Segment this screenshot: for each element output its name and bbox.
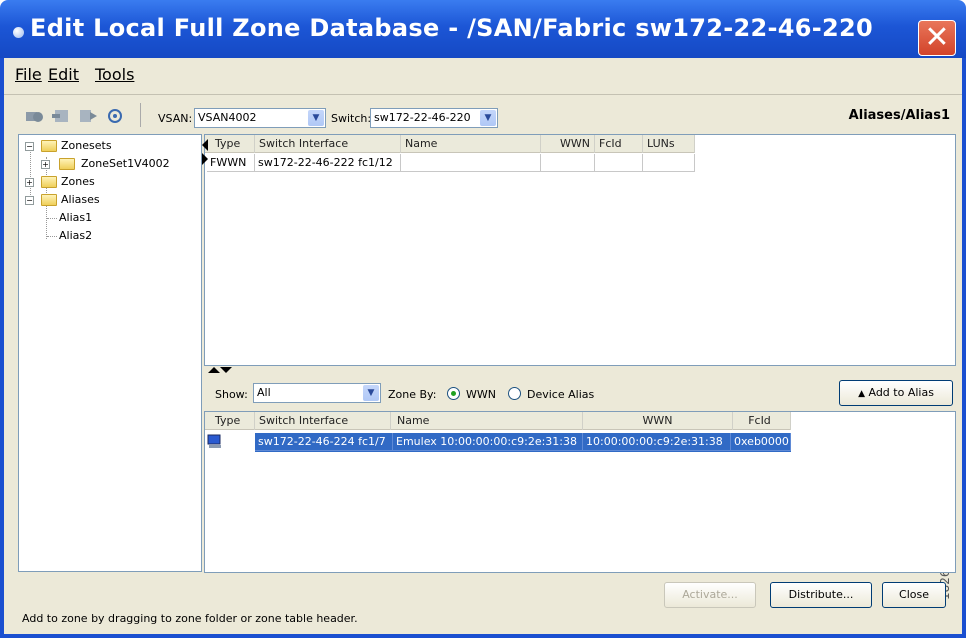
menu-tools-label: Tools [95, 65, 135, 84]
vsan-value: VSAN4002 [198, 111, 257, 124]
tree-node-label: Zones [61, 175, 95, 188]
status-text: Add to zone by dragging to zone folder o… [22, 612, 358, 625]
triangle-up-icon: ▲ [858, 389, 865, 399]
cell-fcid [595, 154, 643, 172]
column-header-switch-interface[interactable]: Switch Interface [255, 135, 401, 153]
cell-switch-interface: sw172-22-46-222 fc1/12 [255, 154, 401, 172]
title-bar: Edit Local Full Zone Database - /SAN/Fab… [0, 0, 966, 58]
show-select[interactable]: All ▼ [253, 383, 381, 403]
breadcrumb: Aliases/Alias1 [848, 108, 950, 123]
cell-name: Emulex 10:00:00:00:c9:2e:31:38 [393, 433, 583, 451]
column-header-type[interactable]: Type [211, 135, 255, 153]
switch-label: Switch: [331, 112, 372, 125]
tree-node-label: Alias1 [59, 211, 93, 224]
folder-icon [59, 158, 75, 170]
show-value: All [257, 386, 271, 399]
toolbar-separator [140, 103, 141, 127]
cell-wwn [541, 154, 595, 172]
zone-by-device-alias-radio[interactable] [508, 387, 521, 400]
collapse-icon[interactable]: − [25, 196, 34, 205]
add-to-alias-button[interactable]: ▲ Add to Alias [839, 380, 953, 406]
cell-luns [643, 154, 695, 172]
cell-type: FWWN [207, 154, 255, 172]
window-icon [13, 27, 24, 38]
column-header-fcid[interactable]: FcId [595, 135, 643, 153]
menu-separator [4, 94, 962, 95]
zone-by-wwn-radio[interactable] [447, 387, 460, 400]
close-window-button[interactable]: ✕ [918, 20, 956, 56]
cell-name [401, 154, 541, 172]
menu-tools[interactable]: Tools [95, 65, 134, 84]
cell-wwn: 10:00:00:00:c9:2e:31:38 [583, 433, 731, 451]
zone-by-wwn-label: WWN [466, 388, 496, 401]
tree-connector [47, 236, 57, 237]
splitter-up-icon[interactable] [208, 367, 220, 373]
available-devices-table[interactable]: Type Switch Interface Name WWN FcId sw17… [204, 411, 956, 573]
close-button[interactable]: Close [882, 582, 946, 608]
zone-tree[interactable]: − Zonesets + ZoneSet1V4002 + Zones − Ali… [18, 134, 202, 572]
expand-icon[interactable]: + [41, 160, 50, 169]
table-row[interactable]: sw172-22-46-224 fc1/7 Emulex 10:00:00:00… [205, 433, 791, 452]
folder-open-icon [41, 194, 57, 206]
cell-switch-interface: sw172-22-46-224 fc1/7 [255, 433, 393, 451]
menu-edit-label: Edit [48, 65, 79, 84]
column-header-luns[interactable]: LUNs [643, 135, 695, 153]
menu-edit[interactable]: Edit [48, 65, 79, 84]
column-header-wwn[interactable]: WWN [583, 412, 733, 430]
window-title: Edit Local Full Zone Database - /SAN/Fab… [30, 14, 874, 42]
tree-node-label: Aliases [61, 193, 100, 206]
folder-open-icon [41, 140, 57, 152]
show-label: Show: [215, 388, 248, 401]
export-icon[interactable] [78, 108, 98, 124]
chevron-down-icon[interactable]: ▼ [363, 385, 379, 401]
table-header: Type Switch Interface Name WWN FcId [205, 412, 791, 430]
splitter-arrow-left-icon[interactable] [202, 139, 208, 151]
distribute-button[interactable]: Distribute... [770, 582, 872, 608]
switch-select[interactable]: sw172-22-46-220 ▼ [370, 108, 498, 128]
vsan-select[interactable]: VSAN4002 ▼ [194, 108, 326, 128]
refresh-icon[interactable] [106, 108, 126, 124]
zone-by-device-alias-label: Device Alias [527, 388, 595, 401]
add-to-alias-label: Add to Alias [868, 386, 934, 399]
zone-by-label: Zone By: [388, 388, 437, 401]
delete-icon[interactable] [24, 108, 44, 124]
column-header-wwn[interactable]: WWN [541, 135, 595, 153]
activate-button[interactable]: Activate... [664, 582, 756, 608]
column-header-switch-interface[interactable]: Switch Interface [255, 412, 391, 430]
table-row[interactable]: FWWN sw172-22-46-222 fc1/12 [205, 154, 695, 173]
column-header-name[interactable]: Name [393, 412, 583, 430]
collapse-icon[interactable]: − [25, 142, 34, 151]
cell-fcid: 0xeb0000 [731, 433, 791, 451]
menu-file-label: File [15, 65, 42, 84]
tree-connector [47, 218, 57, 219]
expand-icon[interactable]: + [25, 178, 34, 187]
tree-node-label: Alias2 [59, 229, 93, 242]
folder-icon [41, 176, 57, 188]
splitter-down-icon[interactable] [220, 367, 232, 373]
tree-node-label: ZoneSet1V4002 [81, 157, 170, 170]
switch-value: sw172-22-46-220 [374, 111, 471, 124]
menu-file[interactable]: File [15, 65, 42, 84]
alias-members-table[interactable]: Type Switch Interface Name WWN FcId LUNs… [202, 134, 956, 366]
column-header-fcid[interactable]: FcId [729, 412, 791, 430]
host-computer-icon [207, 434, 223, 449]
column-header-name[interactable]: Name [401, 135, 541, 153]
vsan-label: VSAN: [158, 112, 193, 125]
menu-bar: File Edit Tools [4, 58, 962, 94]
tree-line [30, 147, 31, 203]
insert-icon[interactable] [52, 108, 72, 124]
chevron-down-icon[interactable]: ▼ [480, 110, 496, 126]
column-header-type[interactable]: Type [211, 412, 255, 430]
tree-node-label: Zonesets [61, 139, 112, 152]
table-header: Type Switch Interface Name WWN FcId LUNs [205, 135, 695, 153]
chevron-down-icon[interactable]: ▼ [308, 110, 324, 126]
